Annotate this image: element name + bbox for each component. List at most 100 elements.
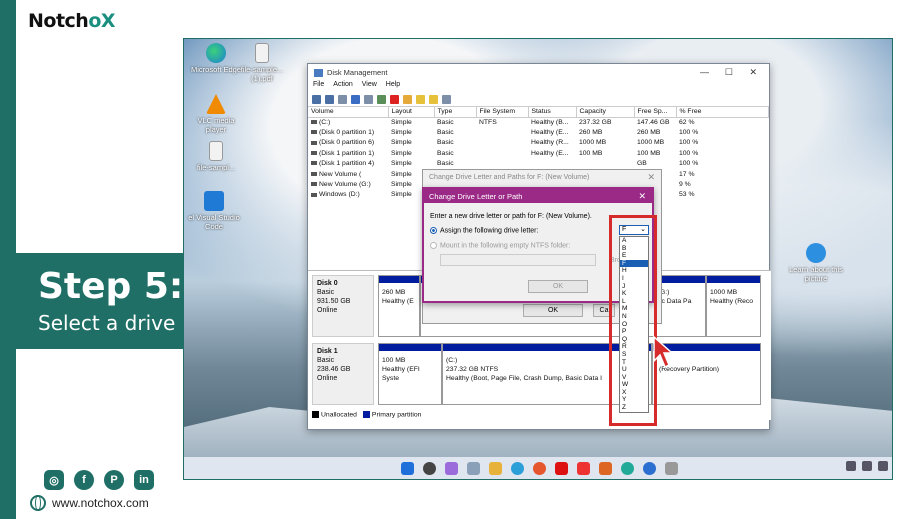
drive-letter-option[interactable]: N [620, 313, 648, 321]
delete-icon[interactable] [390, 94, 399, 104]
volume-row[interactable]: (C:) Simple Basic NTFS Healthy (B... 237.32 G… [308, 117, 769, 127]
drive-letter-option[interactable]: R [620, 343, 648, 351]
taskbar-search-icon[interactable] [422, 461, 436, 475]
window-title: Disk Management [327, 68, 388, 77]
mount-folder-option[interactable]: Mount in the following empty NTFS folder… [430, 242, 570, 249]
drive-letter-option[interactable]: O [620, 321, 648, 329]
letter-dialog-close-icon[interactable]: ✕ [638, 191, 646, 202]
drive-letter-option[interactable]: I [620, 275, 648, 283]
desktop-icon-vlc[interactable]: VLC media player [188, 94, 244, 134]
vlc-taskbar-icon[interactable] [598, 461, 612, 475]
check-icon[interactable] [403, 94, 412, 104]
desktop-icon-pdf[interactable]: file-sample... (1).pdf [234, 43, 290, 83]
assign-letter-radio[interactable] [430, 227, 437, 234]
menu-action[interactable]: Action [333, 81, 352, 92]
drive-letter-option[interactable]: K [620, 290, 648, 298]
col-type[interactable]: Type [434, 107, 477, 118]
gallery-icon[interactable] [466, 461, 480, 475]
disk-0-partition-g[interactable]: G:) ic Data Pa [656, 275, 706, 337]
file-explorer-icon[interactable] [488, 461, 502, 475]
help-icon[interactable] [351, 94, 360, 104]
forward-icon[interactable] [325, 94, 334, 104]
battery-icon[interactable] [878, 461, 888, 471]
volume-row[interactable]: (Disk 1 partition 1) Simple Basic Healthy (… [308, 148, 769, 158]
view-icon[interactable] [364, 94, 373, 104]
volume-icon[interactable] [862, 461, 872, 471]
drive-icon [311, 130, 317, 135]
col-free-space[interactable]: Free Sp... [634, 107, 677, 118]
drive-letter-select[interactable]: F ⌄ [619, 225, 649, 235]
instagram-icon[interactable]: ◎ [44, 470, 64, 490]
drive-letter-option[interactable]: A [620, 237, 648, 245]
info-icon [806, 243, 826, 263]
volume-row[interactable]: (Disk 0 partition 6) Simple Basic Healthy (… [308, 138, 769, 148]
drive-letter-option[interactable]: V [620, 374, 648, 382]
mount-folder-input[interactable] [440, 254, 596, 266]
copilot-icon[interactable] [444, 461, 458, 475]
drive-letter-option[interactable]: P [620, 328, 648, 336]
firefox-icon[interactable] [532, 461, 546, 475]
pinterest-icon[interactable]: P [104, 470, 124, 490]
drive-letter-option[interactable]: T [620, 359, 648, 367]
wifi-icon[interactable] [846, 461, 856, 471]
minimize-icon[interactable]: — [700, 67, 709, 77]
col-capacity[interactable]: Capacity [576, 107, 635, 118]
drive-letter-option[interactable]: H [620, 267, 648, 275]
drive-letter-option[interactable]: L [620, 298, 648, 306]
drive-icon [311, 171, 317, 176]
disk-1-label[interactable]: Disk 1 Basic 238.46 GB Online [312, 343, 374, 405]
drive-letter-option[interactable]: Y [620, 396, 648, 404]
desktop-icon-file[interactable]: file-sampl... [188, 141, 244, 172]
drive-letter-option[interactable]: Q [620, 336, 648, 344]
netflix-icon[interactable] [554, 461, 568, 475]
drive-letter-option[interactable]: J [620, 283, 648, 291]
folder-icon[interactable] [416, 94, 425, 104]
paths-ok-button[interactable]: OK [523, 304, 583, 317]
facebook-icon[interactable]: f [74, 470, 94, 490]
volume-row[interactable]: (Disk 1 partition 4) Simple Basic GB 100 % [308, 159, 769, 169]
disk-management-taskbar-icon[interactable] [664, 461, 678, 475]
menu-view[interactable]: View [362, 81, 377, 92]
app-l-icon[interactable] [576, 461, 590, 475]
mount-folder-radio[interactable] [430, 242, 437, 249]
search-icon[interactable] [429, 94, 438, 104]
back-icon[interactable] [312, 94, 321, 104]
col-status[interactable]: Status [528, 107, 577, 118]
drive-letter-option[interactable]: U [620, 366, 648, 374]
paths-dialog-close-icon[interactable]: ✕ [647, 172, 655, 183]
website-link[interactable]: www.notchox.com [30, 495, 149, 511]
drive-letter-option[interactable]: F [620, 259, 648, 268]
linkedin-icon[interactable]: in [134, 470, 154, 490]
assign-letter-option[interactable]: Assign the following drive letter: [430, 227, 538, 234]
col-file-system[interactable]: File System [476, 107, 529, 118]
drive-letter-option[interactable]: S [620, 351, 648, 359]
col-volume[interactable]: Volume [308, 107, 389, 118]
volume-row[interactable]: (Disk 0 partition 1) Simple Basic Healthy (… [308, 127, 769, 137]
drive-letter-option[interactable]: E [620, 252, 648, 260]
drive-letter-option[interactable]: W [620, 381, 648, 389]
col-layout[interactable]: Layout [388, 107, 435, 118]
menu-file[interactable]: File [313, 81, 324, 92]
menu-help[interactable]: Help [386, 81, 400, 92]
drive-letter-option[interactable]: B [620, 245, 648, 253]
whatsapp-icon[interactable] [620, 461, 634, 475]
drive-letter-option[interactable]: M [620, 305, 648, 313]
app-icon[interactable] [642, 461, 656, 475]
start-icon[interactable] [400, 461, 414, 475]
console-icon[interactable] [338, 94, 347, 104]
disk-0-partition-efi[interactable]: 260 MB Healthy (E [378, 275, 420, 337]
disk-0-partition-recovery[interactable]: 1000 MB Healthy (Reco [706, 275, 761, 337]
connect-icon[interactable] [377, 94, 386, 104]
edge-taskbar-icon[interactable] [510, 461, 524, 475]
drive-letter-option[interactable]: Z [620, 404, 648, 412]
close-icon[interactable]: ✕ [749, 67, 757, 78]
desktop-icon-vscode[interactable]: el Visual Studio Code [186, 191, 242, 231]
letter-ok-button[interactable]: OK [528, 280, 588, 293]
col-percent-free[interactable]: % Free [676, 107, 769, 118]
disk-1-partition-efi[interactable]: 100 MB Healthy (EFI Syste [378, 343, 442, 405]
disk-0-label[interactable]: Disk 0 Basic 931.50 GB Online [312, 275, 374, 337]
properties-icon[interactable] [442, 94, 451, 104]
maximize-icon[interactable]: ☐ [725, 67, 733, 78]
desktop-icon-learn-picture[interactable]: Learn about this picture [788, 243, 844, 283]
drive-letter-option[interactable]: X [620, 389, 648, 397]
